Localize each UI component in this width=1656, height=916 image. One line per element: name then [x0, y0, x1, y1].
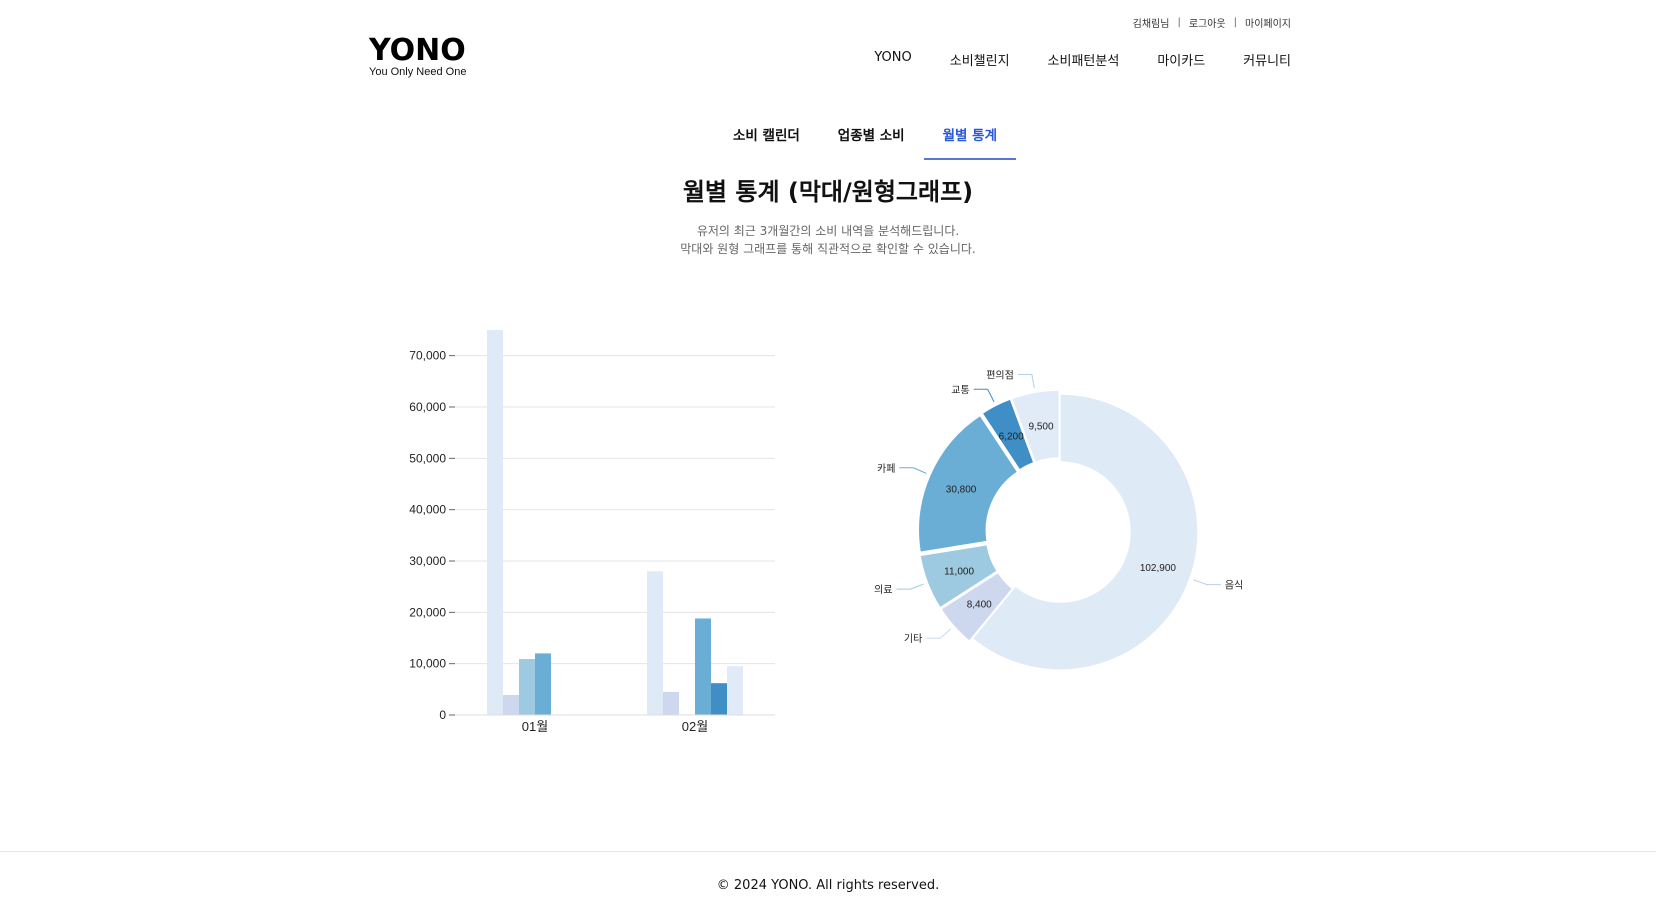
tab-monthly-stats[interactable]: 월별 통계	[923, 112, 1016, 160]
slice-category-label: 의료	[874, 584, 892, 596]
y-tick-label: 0	[439, 708, 446, 722]
main-nav: YONO 소비챌린지 소비패턴분석 마이카드 커뮤니티	[874, 50, 1291, 69]
page-title: 월별 통계 (막대/원형그래프)	[682, 178, 974, 206]
slice-value-label: 8,400	[967, 600, 992, 611]
slice-category-label: 기타	[904, 633, 922, 645]
category-donut-chart: 102,900 음식 8,400 기타 11,000 의료 30,800 카페 6,200 교통 9…	[874, 370, 1243, 671]
monthly-bar-chart: 0 10,000 20,000 30,000 40,000 50,000 60,000 70,…	[409, 330, 775, 734]
slice-leader-line	[973, 388, 995, 402]
slice-value-label: 9,500	[1028, 422, 1053, 433]
logo[interactable]: YONO You Only Need One	[369, 36, 466, 78]
slice-value-label: 102,900	[1140, 563, 1177, 574]
nav-item-spending-challenge[interactable]: 소비챌린지	[950, 50, 1010, 69]
description-line: 막대와 원형 그래프를 통해 직관적으로 확인할 수 있습니다.	[680, 242, 976, 256]
slice-category-label: 음식	[1225, 580, 1243, 592]
y-tick-label: 40,000	[409, 503, 446, 517]
utility-links: 김채림님 | 로그아웃 | 마이페이지	[1133, 15, 1291, 30]
x-tick-label: 02월	[682, 719, 708, 734]
slice-leader-line	[1193, 579, 1221, 586]
logout-link[interactable]: 로그아웃	[1189, 15, 1226, 30]
description-line: 유저의 최근 3개월간의 소비 내역을 분석해드립니다.	[696, 224, 960, 238]
bar	[487, 330, 503, 715]
y-tick-label: 10,000	[409, 657, 446, 671]
logo-text: YONO	[369, 33, 466, 68]
slice-leader-line	[896, 583, 924, 590]
slice-leader-line	[1017, 373, 1035, 389]
slice-leader-line	[899, 467, 927, 474]
bar	[711, 683, 727, 715]
footer: © 2024 YONO. All rights reserved.	[0, 851, 1656, 916]
sub-tabs: 소비 캘린더 업종별 소비 월별 통계	[0, 112, 1656, 160]
slice-value-label: 11,000	[944, 567, 974, 578]
y-tick-label: 70,000	[409, 349, 446, 363]
y-tick-label: 30,000	[409, 554, 446, 568]
bar	[663, 691, 679, 715]
nav-item-community[interactable]: 커뮤니티	[1243, 50, 1291, 69]
bar	[647, 571, 663, 715]
mypage-link[interactable]: 마이페이지	[1245, 15, 1291, 30]
separator: |	[1233, 17, 1237, 28]
slice-category-label: 편의점	[986, 370, 1014, 381]
logo-tagline: You Only Need One	[369, 66, 467, 78]
slice-category-label: 교통	[951, 384, 969, 396]
slice-category-label: 카페	[877, 463, 895, 475]
y-tick-label: 20,000	[409, 605, 446, 619]
y-tick-label: 60,000	[409, 400, 446, 414]
bar	[695, 618, 711, 715]
page-description: 유저의 최근 3개월간의 소비 내역을 분석해드립니다. 막대와 원형 그래프를…	[0, 222, 1656, 258]
bar	[535, 653, 551, 715]
tab-spending-calendar[interactable]: 소비 캘린더	[714, 112, 819, 160]
page: 김채림님 | 로그아웃 | 마이페이지 YONO You Only Need O…	[0, 0, 1656, 916]
slice-leader-line	[926, 628, 952, 639]
bar	[727, 666, 743, 715]
user-name-link[interactable]: 김채림님	[1133, 15, 1170, 30]
x-tick-label: 01월	[522, 719, 548, 734]
separator: |	[1177, 17, 1181, 28]
slice-value-label: 30,800	[946, 485, 977, 496]
bar	[503, 694, 519, 715]
bar	[519, 659, 535, 715]
y-tick-label: 50,000	[409, 451, 446, 465]
slice-value-label: 6,200	[999, 432, 1024, 443]
nav-item-yono[interactable]: YONO	[874, 50, 911, 69]
tab-category-spending[interactable]: 업종별 소비	[819, 112, 924, 160]
nav-item-my-card[interactable]: 마이카드	[1157, 50, 1205, 69]
nav-item-spending-pattern[interactable]: 소비패턴분석	[1048, 50, 1120, 69]
copyright-text: © 2024 YONO. All rights reserved.	[716, 878, 940, 893]
